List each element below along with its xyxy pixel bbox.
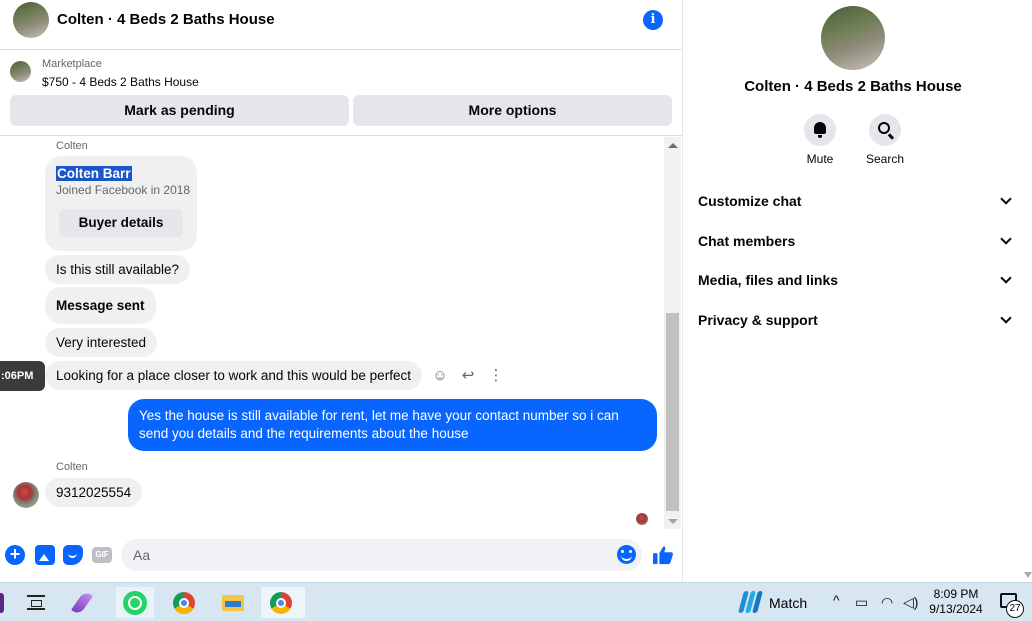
search-circle[interactable] xyxy=(869,114,901,146)
search-button[interactable]: Search xyxy=(860,114,910,166)
row-label: Customize chat xyxy=(698,193,802,209)
info-icon[interactable]: i xyxy=(643,10,663,30)
message-composer: + GIF xyxy=(0,532,683,582)
mute-circle[interactable] xyxy=(804,114,836,146)
folder-icon xyxy=(222,595,244,611)
scroll-down-arrow-icon[interactable] xyxy=(1024,572,1032,578)
privacy-support-row[interactable]: Privacy & support xyxy=(698,308,1012,332)
notification-count-badge: 27 xyxy=(1006,600,1024,618)
listing-thumbnail[interactable] xyxy=(10,61,31,82)
outgoing-message-bubble[interactable]: Yes the house is still available for ren… xyxy=(128,399,657,451)
taskbar-file-explorer[interactable] xyxy=(213,587,251,618)
more-options-button[interactable]: More options xyxy=(353,95,672,126)
scroll-up-arrow-icon[interactable] xyxy=(668,143,678,148)
listing-source-label: Marketplace xyxy=(42,58,102,70)
details-title: Colten · 4 Beds 2 Baths House xyxy=(744,78,962,95)
media-files-links-row[interactable]: Media, files and links xyxy=(698,268,1012,292)
customize-chat-row[interactable]: Customize chat xyxy=(698,189,1012,213)
message-bubble[interactable]: 9312025554 xyxy=(45,478,143,507)
chevron-down-icon xyxy=(1000,233,1012,245)
message-bubble[interactable]: Very interested xyxy=(45,328,158,357)
tray-chevron-icon[interactable]: ^ xyxy=(833,592,840,608)
sticker-icon[interactable] xyxy=(63,545,83,565)
widget-label[interactable]: Match xyxy=(769,595,807,611)
task-view-button[interactable] xyxy=(17,587,55,618)
chrome-icon xyxy=(270,592,292,614)
mark-as-pending-button[interactable]: Mark as pending xyxy=(10,95,349,126)
conversation-title[interactable]: Colten · 4 Beds 2 Baths House xyxy=(57,11,275,28)
chevron-down-icon xyxy=(1000,272,1012,284)
row-label: Chat members xyxy=(698,233,796,249)
chevron-down-icon xyxy=(1000,193,1012,205)
taskbar-chrome-active[interactable] xyxy=(261,587,305,618)
bell-icon xyxy=(814,122,826,138)
mute-button[interactable]: Mute xyxy=(795,114,845,166)
weather-widget-icon[interactable] xyxy=(738,589,763,615)
message-input[interactable] xyxy=(133,539,613,571)
battery-icon[interactable]: ▭ xyxy=(855,594,868,611)
windows-taskbar: Match ^ ▭ ◠ ◁) 8:09 PM 9/13/2024 27 xyxy=(0,582,1032,621)
sender-name: Colten xyxy=(56,140,88,152)
volume-icon[interactable]: ◁) xyxy=(903,594,918,611)
buyer-name[interactable]: Colten Barr xyxy=(56,166,132,181)
mute-label: Mute xyxy=(806,152,834,166)
sender-avatar[interactable] xyxy=(13,482,39,508)
taskbar-chrome[interactable] xyxy=(164,587,202,618)
conversation-pane: Colten · 4 Beds 2 Baths House i Marketpl… xyxy=(0,0,683,582)
chevron-down-icon xyxy=(1000,312,1012,324)
sender-name: Colten xyxy=(56,461,88,473)
clock-time: 8:09 PM xyxy=(933,587,979,601)
buyer-details-button[interactable]: Buyer details xyxy=(59,209,183,237)
read-receipt-avatar xyxy=(636,513,648,525)
listing-price-title[interactable]: $750 - 4 Beds 2 Baths House xyxy=(42,75,199,89)
conversation-header: Colten · 4 Beds 2 Baths House i xyxy=(0,0,683,50)
message-scrollbar[interactable] xyxy=(664,137,681,529)
more-vertical-icon[interactable]: ⋮ xyxy=(487,367,505,385)
buyer-joined-text: Joined Facebook in 2018 xyxy=(56,183,191,197)
react-emoji-icon[interactable]: ☺ xyxy=(431,367,449,385)
taskbar-feather-app[interactable] xyxy=(67,587,105,618)
reply-icon[interactable]: ↩ xyxy=(459,367,477,385)
task-view-icon xyxy=(27,595,45,610)
wifi-icon[interactable]: ◠ xyxy=(881,594,893,611)
photo-icon[interactable] xyxy=(35,545,55,565)
search-label: Search xyxy=(865,152,905,166)
plus-icon[interactable]: + xyxy=(5,545,25,565)
clock-date: 9/13/2024 xyxy=(929,602,983,616)
message-actions: ☺ ↩ ⋮ xyxy=(431,366,505,386)
row-label: Media, files and links xyxy=(698,272,839,288)
chat-members-row[interactable]: Chat members xyxy=(698,229,1012,253)
gif-icon[interactable]: GIF xyxy=(92,547,112,563)
message-bubble[interactable]: Is this still available? xyxy=(45,255,191,284)
messenger-window: Colten · 4 Beds 2 Baths House i Marketpl… xyxy=(0,0,1032,582)
contact-avatar[interactable] xyxy=(13,2,49,38)
whatsapp-icon xyxy=(123,591,147,615)
app-edge-icon[interactable] xyxy=(0,593,4,613)
taskbar-whatsapp[interactable] xyxy=(116,587,154,618)
scroll-down-arrow-icon[interactable] xyxy=(668,519,678,524)
search-icon xyxy=(878,122,890,134)
message-bubble[interactable]: Message sent xyxy=(45,287,156,324)
marketplace-listing-bar: Marketplace $750 - 4 Beds 2 Baths House … xyxy=(0,50,683,136)
buyer-profile-card: Colten Barr Joined Facebook in 2018 Buye… xyxy=(45,156,197,251)
message-list[interactable]: Colten Colten Barr Joined Facebook in 20… xyxy=(0,137,664,529)
chat-details-pane: Colten · 4 Beds 2 Baths House Mute Searc… xyxy=(684,0,1032,582)
feather-icon xyxy=(71,590,93,616)
message-input-wrapper xyxy=(121,539,642,571)
emoji-icon[interactable] xyxy=(617,545,636,564)
contact-avatar-large[interactable] xyxy=(821,6,885,70)
message-bubble[interactable]: Looking for a place closer to work and t… xyxy=(45,361,422,390)
row-label: Privacy & support xyxy=(698,312,818,328)
chrome-icon xyxy=(173,592,195,614)
system-clock[interactable]: 8:09 PM 9/13/2024 xyxy=(928,587,984,617)
message-timestamp-tooltip: :06PM xyxy=(0,361,45,391)
scrollbar-thumb[interactable] xyxy=(666,313,679,511)
thumbs-up-icon[interactable] xyxy=(652,545,674,565)
